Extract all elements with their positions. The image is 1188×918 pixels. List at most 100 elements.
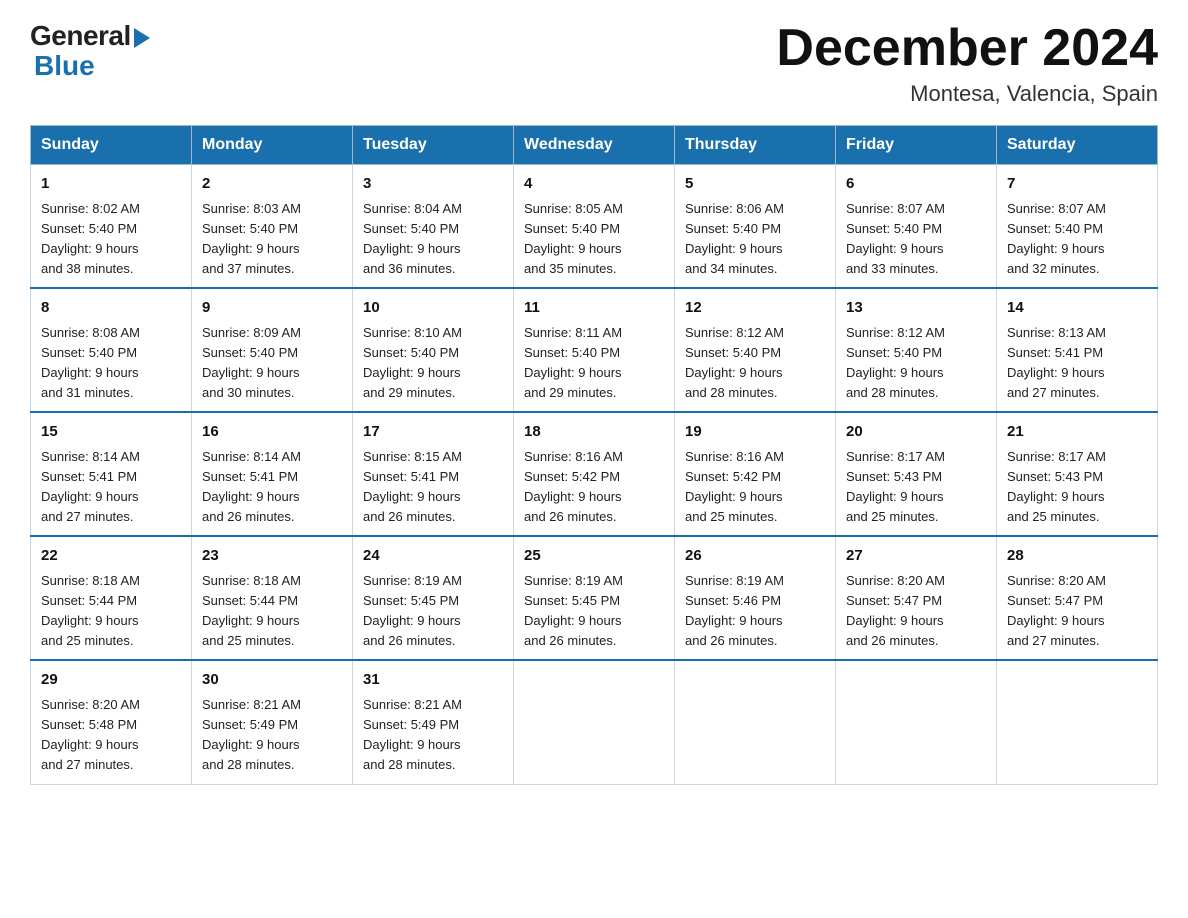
- day-number: 21: [1007, 421, 1147, 444]
- calendar-day-cell: 3Sunrise: 8:04 AMSunset: 5:40 PMDaylight…: [353, 165, 514, 289]
- day-info: Sunrise: 8:16 AMSunset: 5:42 PMDaylight:…: [685, 447, 825, 528]
- calendar-day-cell: 25 Sunrise: 8:19 AMSunset: 5:45 PMDayligh…: [514, 536, 675, 660]
- calendar-day-cell: 27 Sunrise: 8:20 AMSunset: 5:47 PMDayligh…: [836, 536, 997, 660]
- page-header: General Blue December 2024 Montesa, Vale…: [30, 20, 1158, 107]
- calendar-day-cell: 24Sunrise: 8:19 AMSunset: 5:45 PMDayligh…: [353, 536, 514, 660]
- day-info: Sunrise: 8:09 AMSunset: 5:40 PMDaylight:…: [202, 323, 342, 404]
- calendar-week-row: 22 Sunrise: 8:18 AMSunset: 5:44 PMDayligh…: [31, 536, 1158, 660]
- day-info: Sunrise: 8:21 AMSunset: 5:49 PMDaylight:…: [202, 695, 342, 776]
- calendar-day-cell: 16 Sunrise: 8:14 AMSunset: 5:41 PMDayligh…: [192, 412, 353, 536]
- calendar-day-cell: 17Sunrise: 8:15 AMSunset: 5:41 PMDayligh…: [353, 412, 514, 536]
- day-info: Sunrise: 8:05 AMSunset: 5:40 PMDaylight:…: [524, 199, 664, 280]
- day-number: 28: [1007, 545, 1147, 568]
- day-number: 9: [202, 297, 342, 320]
- calendar-location: Montesa, Valencia, Spain: [776, 81, 1158, 107]
- day-info: Sunrise: 8:16 AMSunset: 5:42 PMDaylight:…: [524, 447, 664, 528]
- calendar-day-cell: 20 Sunrise: 8:17 AMSunset: 5:43 PMDayligh…: [836, 412, 997, 536]
- day-number: 1: [41, 173, 181, 196]
- day-number: 10: [363, 297, 503, 320]
- calendar-day-cell: 6Sunrise: 8:07 AMSunset: 5:40 PMDaylight…: [836, 165, 997, 289]
- day-number: 23: [202, 545, 342, 568]
- calendar-day-cell: 15Sunrise: 8:14 AMSunset: 5:41 PMDayligh…: [31, 412, 192, 536]
- logo: General Blue: [30, 20, 150, 82]
- day-info: Sunrise: 8:17 AMSunset: 5:43 PMDaylight:…: [1007, 447, 1147, 528]
- calendar-header-row: SundayMondayTuesdayWednesdayThursdayFrid…: [31, 126, 1158, 165]
- day-info: Sunrise: 8:19 AMSunset: 5:45 PMDaylight:…: [363, 571, 503, 652]
- day-number: 7: [1007, 173, 1147, 196]
- day-number: 8: [41, 297, 181, 320]
- day-info: Sunrise: 8:14 AMSunset: 5:41 PMDaylight:…: [41, 447, 181, 528]
- calendar-title: December 2024: [776, 20, 1158, 77]
- title-block: December 2024 Montesa, Valencia, Spain: [776, 20, 1158, 107]
- day-info: Sunrise: 8:07 AMSunset: 5:40 PMDaylight:…: [1007, 199, 1147, 280]
- day-number: 6: [846, 173, 986, 196]
- calendar-day-cell: 28 Sunrise: 8:20 AMSunset: 5:47 PMDayligh…: [997, 536, 1158, 660]
- day-number: 31: [363, 669, 503, 692]
- day-number: 3: [363, 173, 503, 196]
- day-number: 26: [685, 545, 825, 568]
- day-number: 22: [41, 545, 181, 568]
- calendar-day-cell: 4 Sunrise: 8:05 AMSunset: 5:40 PMDaylight…: [514, 165, 675, 289]
- day-number: 30: [202, 669, 342, 692]
- calendar-header-wednesday: Wednesday: [514, 126, 675, 165]
- calendar-week-row: 8 Sunrise: 8:08 AMSunset: 5:40 PMDaylight…: [31, 288, 1158, 412]
- calendar-day-cell: [997, 660, 1158, 784]
- logo-general-text: General: [30, 20, 131, 52]
- day-info: Sunrise: 8:03 AMSunset: 5:40 PMDaylight:…: [202, 199, 342, 280]
- calendar-week-row: 15Sunrise: 8:14 AMSunset: 5:41 PMDayligh…: [31, 412, 1158, 536]
- calendar-header-friday: Friday: [836, 126, 997, 165]
- day-info: Sunrise: 8:11 AMSunset: 5:40 PMDaylight:…: [524, 323, 664, 404]
- day-number: 17: [363, 421, 503, 444]
- day-info: Sunrise: 8:17 AMSunset: 5:43 PMDaylight:…: [846, 447, 986, 528]
- calendar-day-cell: 12 Sunrise: 8:12 AMSunset: 5:40 PMDayligh…: [675, 288, 836, 412]
- day-info: Sunrise: 8:13 AMSunset: 5:41 PMDaylight:…: [1007, 323, 1147, 404]
- day-info: Sunrise: 8:14 AMSunset: 5:41 PMDaylight:…: [202, 447, 342, 528]
- day-number: 13: [846, 297, 986, 320]
- day-info: Sunrise: 8:20 AMSunset: 5:47 PMDaylight:…: [846, 571, 986, 652]
- calendar-day-cell: [836, 660, 997, 784]
- calendar-week-row: 1Sunrise: 8:02 AMSunset: 5:40 PMDaylight…: [31, 165, 1158, 289]
- calendar-day-cell: 14 Sunrise: 8:13 AMSunset: 5:41 PMDayligh…: [997, 288, 1158, 412]
- day-number: 18: [524, 421, 664, 444]
- day-number: 14: [1007, 297, 1147, 320]
- logo-blue-text: Blue: [34, 50, 95, 81]
- day-info: Sunrise: 8:08 AMSunset: 5:40 PMDaylight:…: [41, 323, 181, 404]
- calendar-day-cell: 19 Sunrise: 8:16 AMSunset: 5:42 PMDayligh…: [675, 412, 836, 536]
- calendar-week-row: 29Sunrise: 8:20 AMSunset: 5:48 PMDayligh…: [31, 660, 1158, 784]
- day-info: Sunrise: 8:18 AMSunset: 5:44 PMDaylight:…: [202, 571, 342, 652]
- calendar-day-cell: 1Sunrise: 8:02 AMSunset: 5:40 PMDaylight…: [31, 165, 192, 289]
- day-number: 2: [202, 173, 342, 196]
- day-info: Sunrise: 8:12 AMSunset: 5:40 PMDaylight:…: [846, 323, 986, 404]
- day-number: 19: [685, 421, 825, 444]
- day-number: 25: [524, 545, 664, 568]
- day-info: Sunrise: 8:19 AMSunset: 5:45 PMDaylight:…: [524, 571, 664, 652]
- day-info: Sunrise: 8:20 AMSunset: 5:47 PMDaylight:…: [1007, 571, 1147, 652]
- calendar-day-cell: [514, 660, 675, 784]
- calendar-day-cell: 9 Sunrise: 8:09 AMSunset: 5:40 PMDaylight…: [192, 288, 353, 412]
- calendar-day-cell: 8 Sunrise: 8:08 AMSunset: 5:40 PMDaylight…: [31, 288, 192, 412]
- day-number: 27: [846, 545, 986, 568]
- day-number: 16: [202, 421, 342, 444]
- calendar-day-cell: 10 Sunrise: 8:10 AMSunset: 5:40 PMDayligh…: [353, 288, 514, 412]
- calendar-day-cell: 21 Sunrise: 8:17 AMSunset: 5:43 PMDayligh…: [997, 412, 1158, 536]
- logo-arrow-icon: [134, 28, 150, 48]
- calendar-day-cell: 18 Sunrise: 8:16 AMSunset: 5:42 PMDayligh…: [514, 412, 675, 536]
- day-info: Sunrise: 8:12 AMSunset: 5:40 PMDaylight:…: [685, 323, 825, 404]
- calendar-day-cell: 2 Sunrise: 8:03 AMSunset: 5:40 PMDaylight…: [192, 165, 353, 289]
- day-number: 11: [524, 297, 664, 320]
- calendar-day-cell: 29Sunrise: 8:20 AMSunset: 5:48 PMDayligh…: [31, 660, 192, 784]
- day-number: 20: [846, 421, 986, 444]
- day-info: Sunrise: 8:19 AMSunset: 5:46 PMDaylight:…: [685, 571, 825, 652]
- calendar-day-cell: 23 Sunrise: 8:18 AMSunset: 5:44 PMDayligh…: [192, 536, 353, 660]
- day-number: 4: [524, 173, 664, 196]
- day-number: 5: [685, 173, 825, 196]
- day-info: Sunrise: 8:18 AMSunset: 5:44 PMDaylight:…: [41, 571, 181, 652]
- calendar-day-cell: 11 Sunrise: 8:11 AMSunset: 5:40 PMDayligh…: [514, 288, 675, 412]
- calendar-header-tuesday: Tuesday: [353, 126, 514, 165]
- calendar-table: SundayMondayTuesdayWednesdayThursdayFrid…: [30, 125, 1158, 784]
- calendar-day-cell: 31Sunrise: 8:21 AMSunset: 5:49 PMDayligh…: [353, 660, 514, 784]
- day-number: 12: [685, 297, 825, 320]
- calendar-day-cell: 7 Sunrise: 8:07 AMSunset: 5:40 PMDaylight…: [997, 165, 1158, 289]
- day-number: 29: [41, 669, 181, 692]
- day-info: Sunrise: 8:10 AMSunset: 5:40 PMDaylight:…: [363, 323, 503, 404]
